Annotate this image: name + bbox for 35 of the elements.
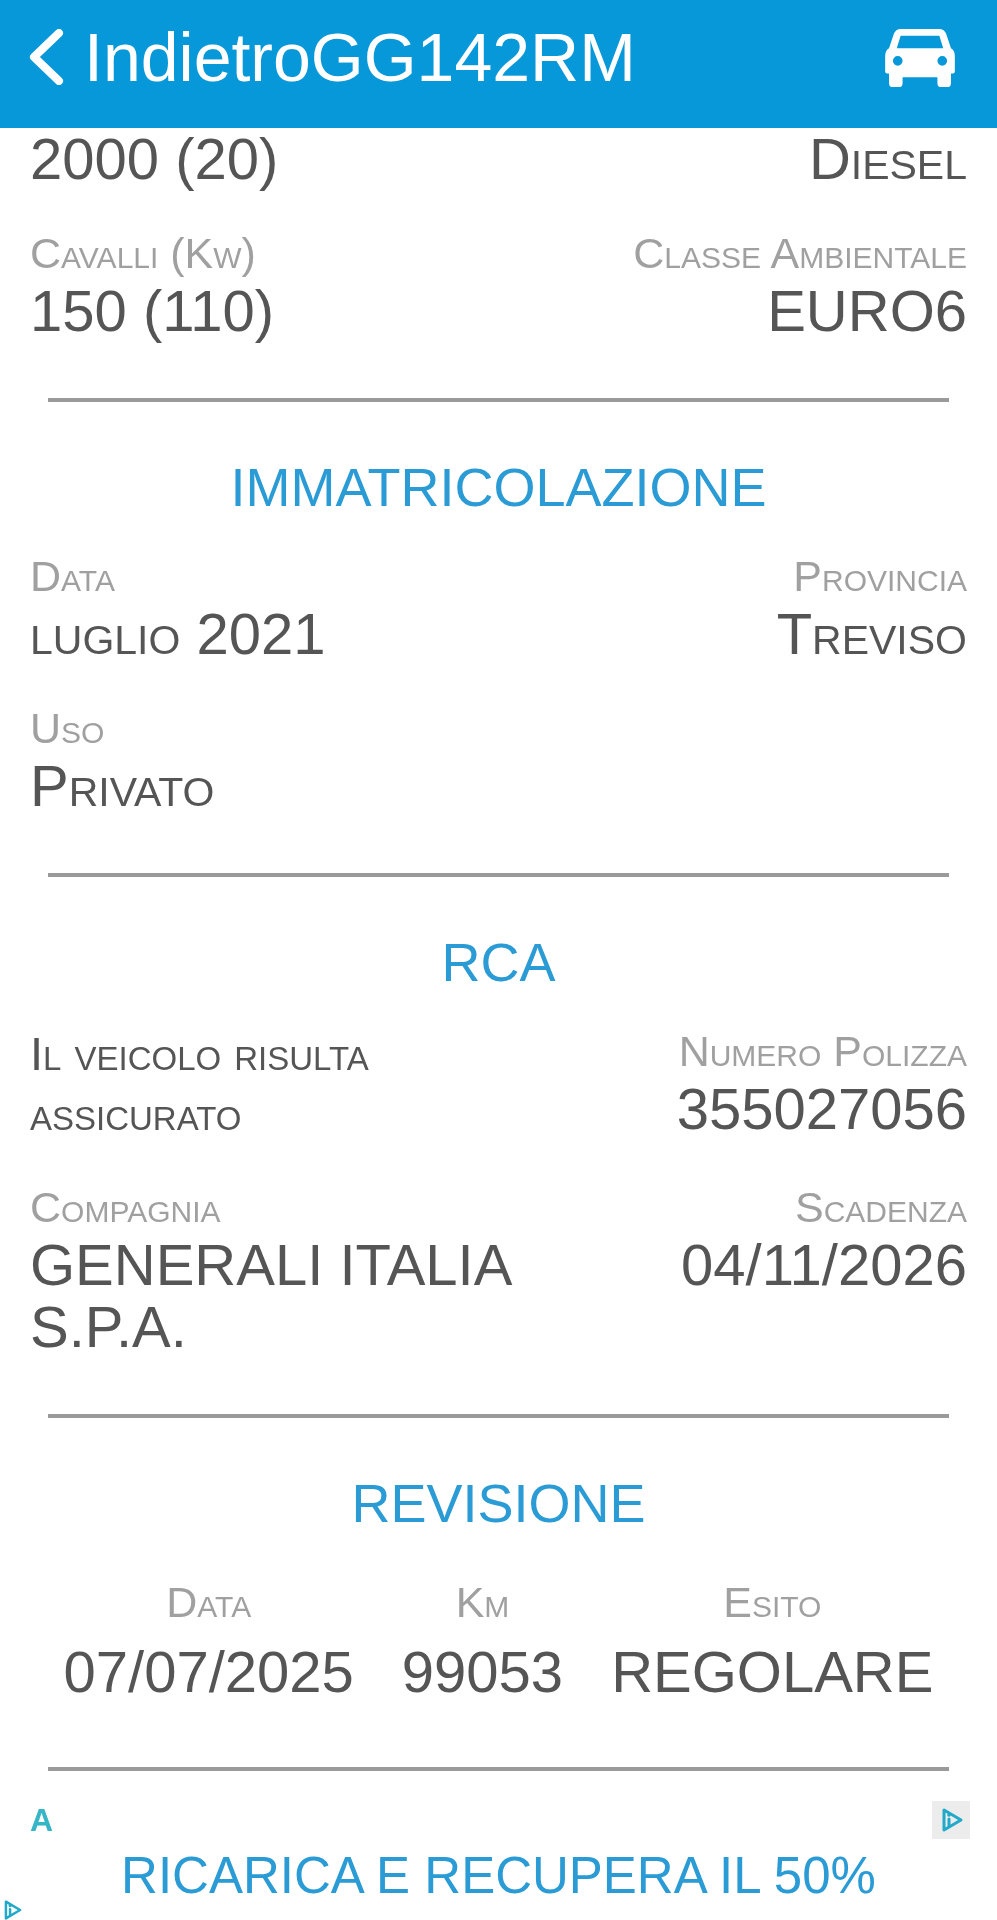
field-value: Treviso — [776, 603, 967, 665]
plate-title: GG142RM — [310, 18, 636, 97]
field-value: Diesel — [808, 128, 967, 190]
field-value: 150 (110) — [30, 280, 274, 342]
back-button[interactable]: Indietro — [28, 17, 311, 97]
field-value: luglio 2021 — [30, 603, 326, 665]
ad-label: A — [30, 1802, 54, 1838]
info-triangle-icon[interactable] — [4, 1900, 22, 1920]
field-label: Scadenza — [794, 1182, 967, 1233]
field-value: Privato — [30, 755, 215, 817]
field-label: Compagnia — [30, 1182, 221, 1233]
field-label: Esito — [723, 1577, 822, 1628]
section-title: IMMATRICOLAZIONE — [230, 456, 767, 519]
field-value: EURO6 — [767, 280, 967, 342]
field-label: Classe Ambientale — [633, 228, 967, 279]
field-value: 07/07/2025 — [63, 1641, 354, 1703]
field-label: Cavalli (Kw) — [30, 228, 256, 279]
field-value: 99053 — [401, 1641, 564, 1703]
car-icon[interactable] — [885, 27, 955, 87]
field-label: Uso — [30, 703, 105, 754]
section-title: RCA — [441, 931, 556, 994]
field-value: 04/11/2026 — [681, 1234, 967, 1296]
field-label: Numero Polizza — [678, 1026, 967, 1077]
field-label: Data — [30, 551, 115, 602]
chevron-left-icon — [28, 29, 64, 85]
field-value: 355027056 — [676, 1078, 967, 1140]
field-label: Km — [455, 1577, 510, 1628]
section-title: REVISIONE — [351, 1472, 646, 1535]
field-value: 2000 (20) — [30, 128, 279, 190]
field-value: REGOLARE — [611, 1641, 934, 1703]
status-text: Il veicolo risulta assicurato — [30, 1026, 370, 1142]
field-label: Provincia — [793, 551, 967, 602]
ad-headline[interactable]: RICARICA E RECUPERA IL 50% — [121, 1850, 876, 1902]
field-value: GENERALI ITALIA S.P.A. — [30, 1234, 511, 1358]
field-label: Data — [166, 1577, 252, 1628]
